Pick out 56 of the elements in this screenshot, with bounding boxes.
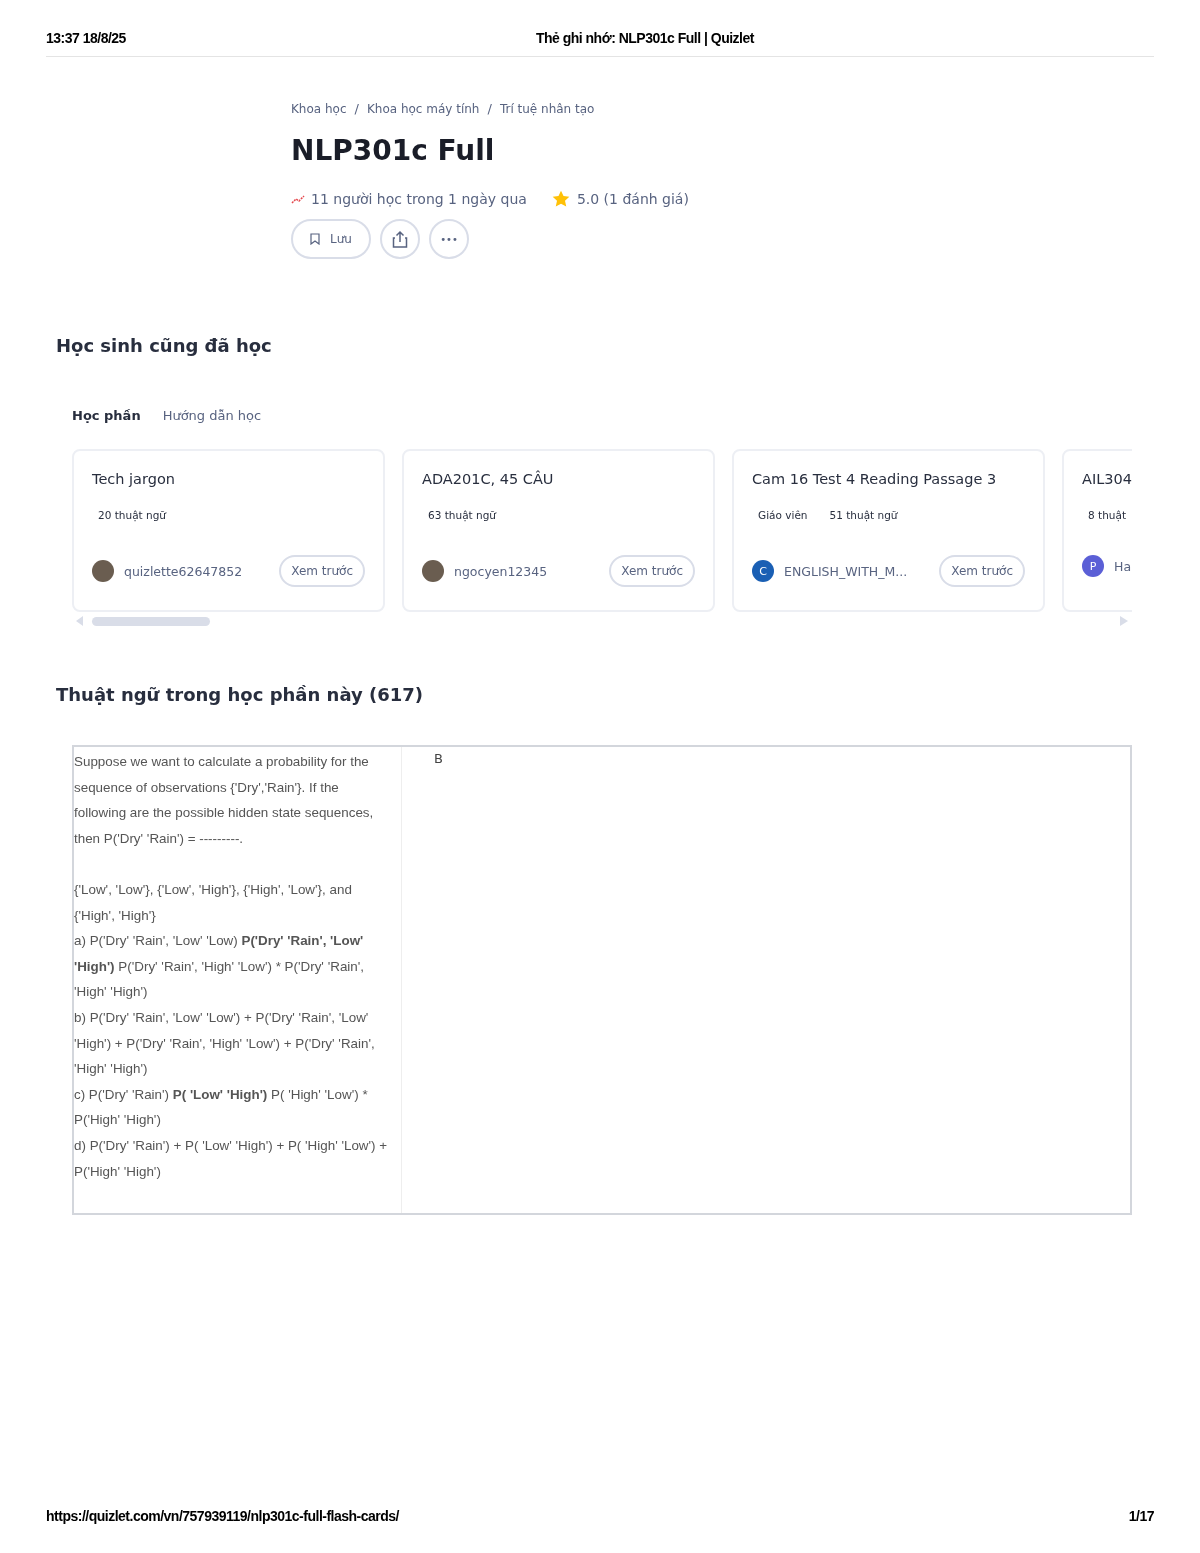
- scroll-right-icon[interactable]: [1120, 616, 1128, 626]
- term-count: 20 thuật ngữ: [98, 509, 166, 521]
- breadcrumb-separator: /: [487, 101, 492, 116]
- term-count: 63 thuật ngữ: [428, 509, 496, 521]
- study-set-card[interactable]: Cam 16 Test 4 Reading Passage 3 Giáo viên 51 thuật ngữ C ENGLISH_WITH_M... Xem trước: [732, 449, 1045, 612]
- breadcrumb-link[interactable]: Khoa học máy tính: [366, 101, 480, 116]
- username: ngocyen12345: [454, 563, 549, 579]
- card-title: ADA201C, 45 CÂU: [422, 471, 555, 487]
- definition-text: B: [433, 750, 443, 766]
- tab[interactable]: Học phần: [66, 404, 147, 427]
- scroll-left-icon[interactable]: [76, 616, 84, 626]
- avatar-placeholder: [92, 560, 114, 582]
- card-title: AIL304: [1082, 471, 1132, 487]
- share-icon: [392, 230, 408, 248]
- username: quizlette62647852: [124, 563, 244, 579]
- term-text: b) P('Dry' 'Rain', 'Low' 'Low') + P('Dry' 'Rain', 'Low' 'High') + P('Dry' 'Rain', 'High' 'Low') + P('Dry' 'Rain', 'High' 'High'): [74, 1008, 376, 1079]
- trend-icon: [291, 194, 305, 204]
- bookmark-icon: [310, 233, 321, 245]
- print-datetime: 13:37 18/8/25: [46, 30, 126, 48]
- preview-button[interactable]: Xem trước: [609, 555, 695, 587]
- term-count: 51 thuật ngữ: [829, 509, 898, 521]
- term-text: c) P('Dry' 'Rain') P( 'Low' 'High') P( 'High' 'Low') * P('High' 'High'): [74, 1085, 369, 1130]
- study-set-card[interactable]: AIL304 8 thuật P Hai: [1062, 449, 1132, 612]
- card-title: Cam 16 Test 4 Reading Passage 3: [752, 471, 998, 487]
- study-set-card[interactable]: Tech jargon 20 thuật ngữ quizlette62647852 Xem trước: [72, 449, 385, 612]
- section-heading: Thuật ngữ trong học phần này (617): [56, 684, 424, 705]
- share-button[interactable]: [380, 219, 420, 259]
- learners-count: 11 người học trong 1 ngày qua: [311, 191, 527, 207]
- tab[interactable]: Hướng dẫn học: [156, 404, 268, 427]
- breadcrumb-separator: /: [354, 101, 359, 116]
- avatar-letter: P: [1082, 555, 1104, 577]
- teacher-label: Giáo viên: [758, 509, 808, 521]
- breadcrumb-link[interactable]: Khoa học: [291, 101, 347, 116]
- preview-button[interactable]: Xem trước: [939, 555, 1025, 587]
- breadcrumb-link[interactable]: Trí tuệ nhân tạo: [499, 101, 595, 116]
- study-set-card[interactable]: ADA201C, 45 CÂU 63 thuật ngữ ngocyen12345 Xem trước: [402, 449, 715, 612]
- rating-text: 5.0 (1 đánh giá): [576, 191, 689, 207]
- term-count: 8 thuật: [1088, 509, 1126, 521]
- section-heading: Học sinh cũng đã học: [56, 335, 273, 356]
- print-page-title: Thẻ ghi nhớ: NLP301c Full | Quizlet: [535, 30, 754, 48]
- avatar-placeholder: [422, 560, 444, 582]
- print-url: https://quizlet.com/vn/757939119/nlp301c-full-flash-cards/: [46, 1508, 399, 1524]
- term-text: d) P('Dry' 'Rain') + P( 'Low' 'High') + P( 'High' 'Low') + P('High' 'High'): [74, 1136, 389, 1181]
- avatar-letter: C: [752, 560, 774, 582]
- term-text: a) P('Dry' 'Rain', 'Low' 'Low) P('Dry' 'Rain', 'Low' 'High') P('Dry' 'Rain', 'High' 'Low') * P('Dry' 'Rain', 'High' 'High'): [74, 932, 366, 1002]
- page-number: 1/17: [1128, 1508, 1154, 1524]
- term-text: Suppose we want to calculate a probability for the sequence of observations {'Dry','Rain'}. If the following are the possible hidden state sequences, then P('Dry' 'Rain') = ---------.: [74, 753, 375, 848]
- username: Hai: [1114, 558, 1132, 574]
- preview-button[interactable]: Xem trước: [279, 555, 365, 587]
- username: ENGLISH_WITH_M...: [784, 563, 909, 579]
- star-icon: [550, 189, 571, 209]
- scrollbar-thumb[interactable]: [92, 616, 210, 626]
- card-title: Tech jargon: [92, 471, 176, 487]
- save-button[interactable]: Lưu: [291, 219, 371, 259]
- more-button[interactable]: •••: [429, 219, 469, 259]
- set-title: NLP301c Full: [291, 134, 496, 167]
